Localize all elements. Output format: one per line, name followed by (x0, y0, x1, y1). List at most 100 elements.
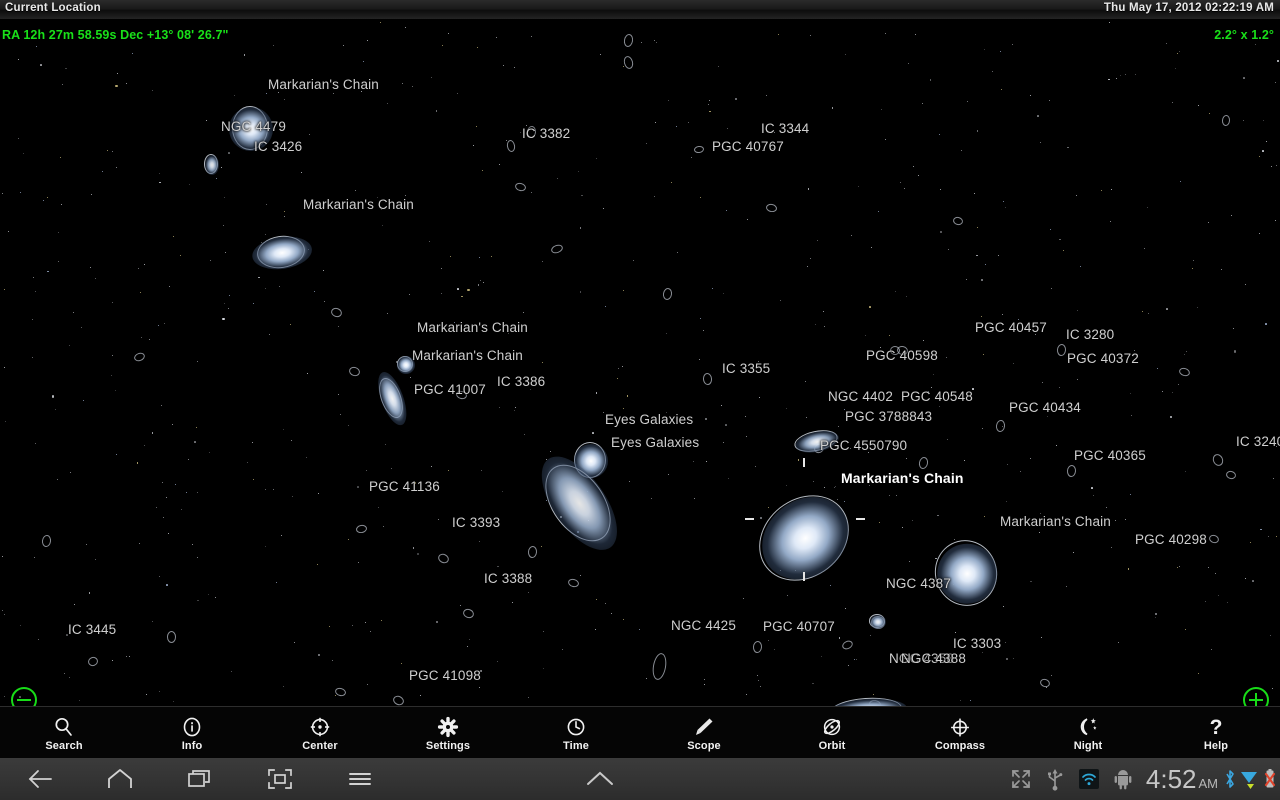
object-label[interactable]: Eyes Galaxies (605, 412, 693, 427)
fullscreen-icon[interactable] (1004, 758, 1038, 800)
toolbar-item-info[interactable]: Info (128, 707, 256, 759)
object-label[interactable]: Markarian's Chain (268, 77, 379, 92)
object-label[interactable]: NGC 4388 (901, 651, 966, 666)
toolbar-item-night[interactable]: Night (1024, 707, 1152, 759)
galaxy-marker[interactable] (1225, 469, 1237, 481)
object-label[interactable]: NGC 4402 (828, 389, 893, 404)
object-label[interactable]: NGC 4387 (886, 576, 951, 591)
galaxy-marker[interactable] (372, 368, 413, 429)
zoom-in-button[interactable] (1243, 687, 1269, 706)
object-label[interactable]: PGC 4550790 (820, 438, 907, 453)
galaxy-marker[interactable] (41, 534, 52, 548)
galaxy-marker[interactable] (826, 695, 908, 706)
galaxy-marker[interactable] (250, 232, 315, 273)
toolbar-item-time[interactable]: Time (512, 707, 640, 759)
galaxy-marker[interactable] (1210, 452, 1226, 468)
galaxy-marker[interactable] (1038, 677, 1052, 689)
object-label[interactable]: IC 3280 (1066, 327, 1114, 342)
wifi-icon[interactable] (1072, 758, 1106, 800)
galaxy-marker[interactable] (752, 640, 763, 654)
galaxy-marker[interactable] (461, 607, 476, 620)
zoom-out-button[interactable] (11, 687, 37, 706)
screenshot-button[interactable] (240, 758, 320, 800)
object-label[interactable]: Markarian's Chain (303, 197, 414, 212)
galaxy-marker[interactable] (167, 631, 176, 643)
object-label[interactable]: PGC 40767 (712, 139, 784, 154)
object-label[interactable]: PGC 40598 (866, 348, 938, 363)
galaxy-marker[interactable] (622, 33, 635, 48)
object-label[interactable]: IC 3386 (497, 374, 545, 389)
object-label[interactable]: PGC 3788843 (845, 409, 932, 424)
galaxy-marker[interactable] (917, 456, 930, 470)
galaxy-marker[interactable] (702, 372, 713, 386)
recents-button[interactable] (160, 758, 240, 800)
galaxy-marker[interactable] (567, 577, 580, 589)
toolbar-item-search[interactable]: Search (0, 707, 128, 759)
object-label[interactable]: IC 3426 (254, 139, 302, 154)
object-label[interactable]: PGC 41007 (414, 382, 486, 397)
toolbar-item-scope[interactable]: Scope (640, 707, 768, 759)
galaxy-marker[interactable] (760, 517, 762, 519)
object-label[interactable]: Markarian's Chain (1000, 514, 1111, 529)
object-label[interactable]: IC 3388 (484, 571, 532, 586)
notification-handle[interactable] (570, 758, 630, 800)
android-icon[interactable] (1106, 758, 1140, 800)
galaxy-marker[interactable] (334, 686, 347, 698)
object-label[interactable]: IC 3303 (953, 636, 1001, 651)
menu-button[interactable] (320, 758, 400, 800)
toolbar-item-orbit[interactable]: Orbit (768, 707, 896, 759)
galaxy-marker[interactable] (1178, 366, 1191, 378)
sky-view[interactable]: RA 12h 27m 58.59s Dec +13° 08' 26.7" 2.2… (0, 20, 1280, 706)
back-button[interactable] (0, 758, 80, 800)
galaxy-marker[interactable] (952, 215, 964, 227)
toolbar-item-help[interactable]: ? Help (1152, 707, 1280, 759)
object-label[interactable]: PGC 40434 (1009, 400, 1081, 415)
galaxy-marker[interactable] (549, 243, 565, 255)
object-label[interactable]: NGC 4479 (221, 119, 286, 134)
usb-icon[interactable] (1038, 758, 1072, 800)
galaxy-marker[interactable] (391, 694, 406, 706)
object-label[interactable]: PGC 40457 (975, 320, 1047, 335)
galaxy-marker[interactable] (995, 419, 1006, 433)
galaxy-marker[interactable] (397, 356, 415, 374)
object-label[interactable]: PGC 41098 (409, 668, 481, 683)
toolbar-item-settings[interactable]: Settings (384, 707, 512, 759)
object-label[interactable]: IC 3355 (722, 361, 770, 376)
galaxy-marker[interactable] (840, 639, 855, 651)
object-label[interactable]: PGC 40365 (1074, 448, 1146, 463)
galaxy-marker[interactable] (506, 139, 516, 153)
galaxy-marker[interactable] (329, 306, 344, 319)
object-label[interactable]: IC 3393 (452, 515, 500, 530)
home-button[interactable] (80, 758, 160, 800)
galaxy-marker[interactable] (132, 351, 147, 363)
object-label[interactable]: IC 3240 (1236, 434, 1280, 449)
object-label[interactable]: PGC 40548 (901, 389, 973, 404)
galaxy-marker[interactable] (662, 287, 673, 301)
galaxy-marker[interactable] (204, 154, 219, 175)
galaxy-marker[interactable] (622, 55, 635, 70)
toolbar-item-compass[interactable]: Compass (896, 707, 1024, 759)
object-label[interactable]: IC 3445 (68, 622, 116, 637)
object-label[interactable]: Markarian's Chain (841, 470, 964, 486)
object-label[interactable]: Markarian's Chain (417, 320, 528, 335)
galaxy-marker[interactable] (693, 145, 705, 154)
object-label[interactable]: PGC 40372 (1067, 351, 1139, 366)
galaxy-marker[interactable] (650, 652, 669, 681)
galaxy-marker[interactable] (86, 655, 100, 668)
galaxy-marker[interactable] (1207, 533, 1221, 545)
galaxy-marker[interactable] (1066, 464, 1077, 478)
galaxy-marker[interactable] (514, 181, 527, 193)
object-label[interactable]: NGC 4425 (671, 618, 736, 633)
galaxy-marker[interactable] (1056, 343, 1067, 357)
galaxy-marker[interactable] (355, 524, 368, 534)
galaxy-marker[interactable] (436, 552, 451, 565)
object-label[interactable]: Eyes Galaxies (611, 435, 699, 450)
object-label[interactable]: PGC 41136 (369, 479, 440, 494)
galaxy-marker[interactable] (869, 614, 886, 629)
galaxy-marker[interactable] (927, 533, 1005, 613)
galaxy-marker[interactable] (765, 203, 778, 213)
object-label[interactable]: PGC 40298 (1135, 532, 1207, 547)
object-label[interactable]: Markarian's Chain (412, 348, 523, 363)
galaxy-marker[interactable] (1221, 114, 1231, 127)
galaxy-marker[interactable] (527, 444, 632, 563)
